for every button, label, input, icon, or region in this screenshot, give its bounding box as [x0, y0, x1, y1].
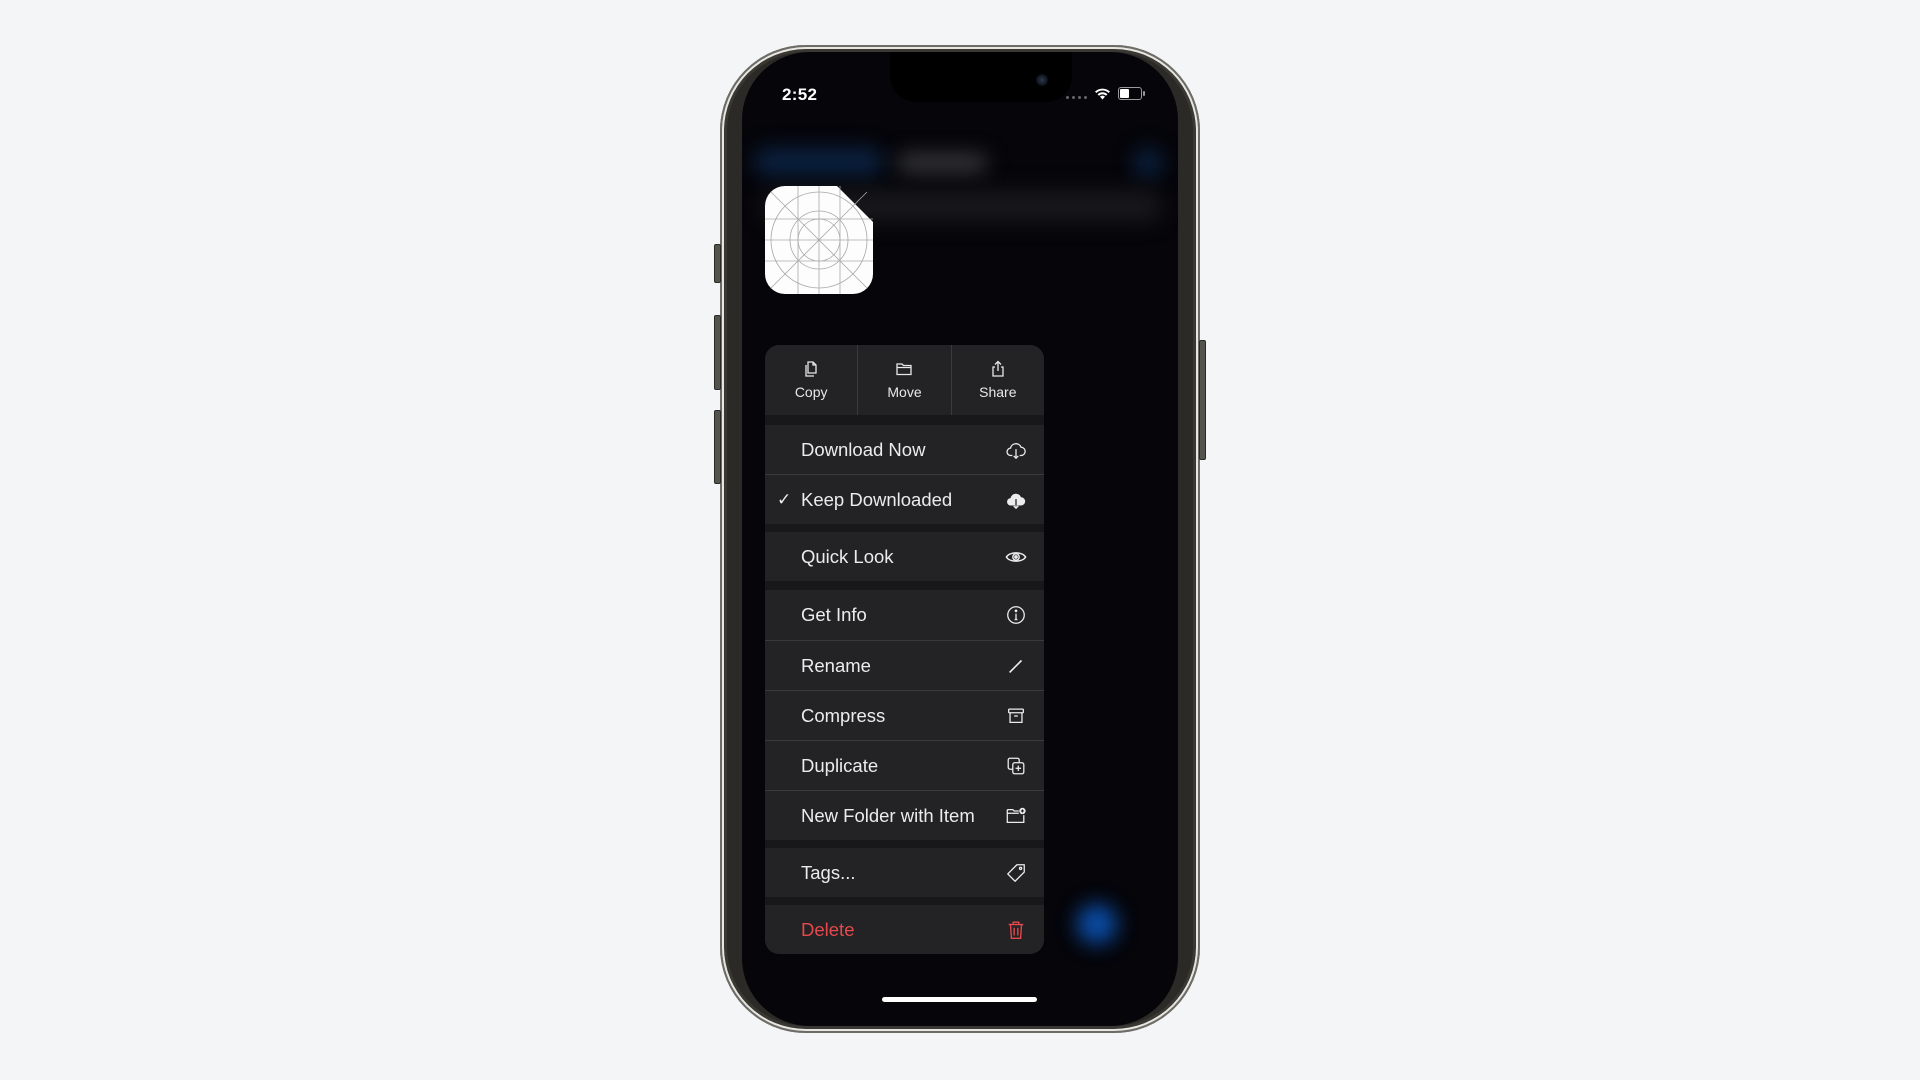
menu-item-label: Quick Look: [801, 545, 894, 567]
menu-item-label: Compress: [801, 704, 886, 726]
quick-actions-row: Copy Move Share: [765, 345, 1044, 415]
tag-icon: [1007, 863, 1025, 882]
menu-item-get-info[interactable]: Get Info: [765, 590, 1044, 640]
wifi-icon: [1095, 88, 1110, 100]
menu-group-download: Download Now ✓ Keep Downloaded: [765, 425, 1044, 524]
info-icon: [1007, 606, 1025, 624]
cloud-download-filled-icon: [1007, 493, 1026, 509]
duplicate-icon: [1007, 757, 1025, 774]
menu-item-label: New Folder with Item: [801, 804, 975, 826]
checkmark-icon: ✓: [777, 489, 792, 509]
menu-item-label: Get Info: [801, 604, 867, 625]
pencil-icon: [1008, 659, 1023, 673]
cloud-download-icon: [1006, 442, 1026, 459]
menu-item-delete[interactable]: Delete: [765, 905, 1044, 954]
menu-item-compress[interactable]: Compress: [765, 690, 1044, 740]
mute-switch: [714, 244, 721, 283]
status-icons: [1066, 87, 1145, 100]
menu-item-keep-downloaded[interactable]: ✓ Keep Downloaded: [765, 474, 1044, 524]
home-indicator[interactable]: [882, 997, 1037, 1002]
menu-item-rename[interactable]: Rename: [765, 640, 1044, 690]
menu-group-delete: Delete: [765, 905, 1044, 954]
menu-item-tags[interactable]: Tags...: [765, 848, 1044, 897]
blurred-nav-title: [897, 154, 987, 172]
menu-item-label: Keep Downloaded: [801, 488, 953, 510]
phone-screen: 2:52 Copy Move Share Download Now ✓ Keep…: [742, 52, 1178, 1026]
copy-label: Copy: [794, 384, 828, 400]
menu-item-new-folder-with-item[interactable]: New Folder with Item: [765, 790, 1044, 840]
move-button[interactable]: Move: [857, 345, 950, 415]
folder-badge-plus-icon: [1006, 807, 1026, 823]
group-separator: [765, 524, 1044, 532]
battery-icon: [1118, 87, 1145, 100]
context-menu: Copy Move Share Download Now ✓ Keep Down…: [765, 345, 1044, 954]
file-placeholder-icon: [765, 186, 873, 294]
menu-item-download-now[interactable]: Download Now: [765, 425, 1044, 474]
menu-group-file-actions: Get Info Rename Compress Duplicate New F…: [765, 590, 1044, 840]
group-separator: [765, 840, 1044, 848]
group-separator: [765, 897, 1044, 905]
menu-item-label: Download Now: [801, 438, 926, 460]
volume-down-button: [714, 410, 721, 484]
menu-group-tags: Tags...: [765, 848, 1044, 897]
menu-item-label: Duplicate: [801, 754, 879, 776]
copy-icon: [805, 361, 817, 377]
notch: [890, 52, 1072, 102]
eye-icon: [1005, 551, 1027, 562]
folder-icon: [896, 363, 913, 376]
menu-group-preview: Quick Look: [765, 532, 1044, 581]
cellular-signal-icon: [1066, 88, 1087, 99]
menu-item-quick-look[interactable]: Quick Look: [765, 532, 1044, 581]
trash-icon: [1008, 921, 1024, 939]
share-button[interactable]: Share: [950, 345, 1044, 415]
status-time: 2:52: [782, 85, 818, 104]
group-separator: [765, 581, 1044, 590]
menu-item-label: Delete: [801, 918, 855, 940]
menu-item-duplicate[interactable]: Duplicate: [765, 740, 1044, 790]
blurred-floating-button: [1077, 904, 1117, 944]
power-button: [1199, 340, 1206, 460]
archive-box-icon: [1008, 707, 1024, 723]
volume-up-button: [714, 315, 721, 390]
move-label: Move: [887, 384, 922, 400]
front-camera: [1036, 74, 1048, 86]
blurred-nav-action: [1134, 148, 1162, 178]
menu-item-label: Rename: [801, 654, 871, 676]
blurred-back-button: [754, 148, 884, 176]
copy-button[interactable]: Copy: [765, 345, 857, 415]
menu-item-label: Tags...: [801, 861, 856, 883]
group-separator: [765, 415, 1044, 425]
share-icon: [992, 360, 1004, 377]
share-label: Share: [979, 384, 1017, 400]
